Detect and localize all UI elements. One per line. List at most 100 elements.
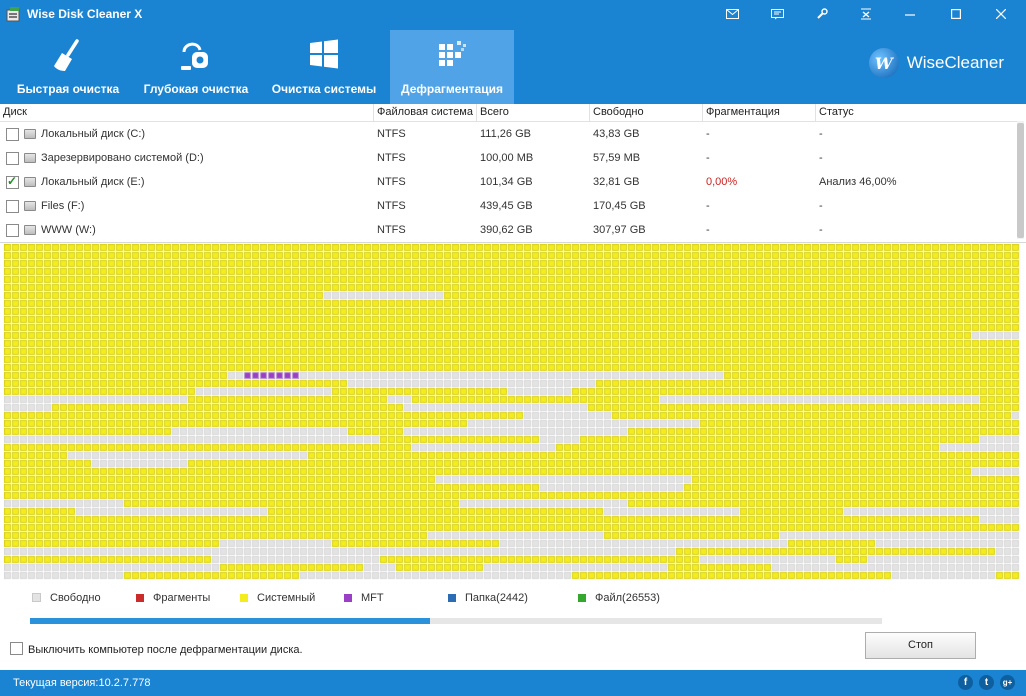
minimize-icon[interactable] [899, 4, 921, 24]
disk-checkbox[interactable] [6, 200, 19, 213]
disk-status: - [819, 224, 823, 236]
disk-name: Локальный диск (C:) [41, 128, 146, 140]
skin-icon[interactable] [855, 4, 877, 24]
mail-icon[interactable] [721, 4, 743, 24]
google-plus-icon[interactable]: g+ [1000, 675, 1015, 690]
vacuum-icon [181, 42, 208, 70]
disk-checkbox[interactable] [6, 152, 19, 165]
disk-fs: NTFS [377, 176, 406, 188]
disk-frag: - [706, 152, 710, 164]
disk-fs: NTFS [377, 224, 406, 236]
disk-free: 43,83 GB [593, 128, 640, 140]
column-header-fs[interactable]: Файловая система [374, 104, 477, 121]
app-icon [6, 7, 20, 22]
stop-button[interactable]: Стоп [865, 632, 976, 659]
disk-checkbox[interactable] [6, 174, 19, 189]
disk-checkbox[interactable] [6, 128, 19, 141]
defrag-progress-bar [30, 618, 882, 624]
facebook-icon[interactable]: f [958, 675, 973, 690]
disk-fs: NTFS [377, 152, 406, 164]
disk-free: 307,97 GB [593, 224, 646, 236]
scrollbar-thumb[interactable] [1017, 123, 1024, 238]
disk-total: 439,45 GB [480, 200, 533, 212]
disk-total: 111,26 GB [480, 128, 531, 140]
legend-label: Свободно [50, 592, 101, 604]
shutdown-option[interactable]: Выключить компьютер после дефрагментации… [10, 642, 303, 656]
disk-status: - [819, 128, 823, 140]
settings-icon[interactable] [811, 4, 833, 24]
tab-label: Очистка системы [271, 82, 377, 96]
legend-swatch [344, 594, 352, 602]
version-text: Текущая версия:10.2.7.778 [13, 677, 151, 689]
legend-item-mft: MFT [344, 590, 384, 606]
tab-defrag[interactable]: Дефрагментация [390, 30, 514, 104]
tab-label: Быстрая очистка [16, 82, 120, 96]
drive-icon [24, 201, 36, 211]
table-row[interactable]: Files (F:) NTFS 439,45 GB 170,45 GB - - [0, 194, 1017, 218]
defrag-icon [439, 41, 466, 66]
legend-swatch [32, 593, 41, 602]
close-icon[interactable] [990, 4, 1012, 24]
legend-swatch [448, 594, 456, 602]
table-header: Диск Файловая система Всего Свободно Фра… [0, 104, 1017, 122]
maximize-icon[interactable] [945, 4, 967, 24]
disk-free: 57,59 MB [593, 152, 641, 164]
disk-total: 390,62 GB [480, 224, 533, 236]
status-bar: Текущая версия:10.2.7.778 f t g+ [0, 670, 1026, 696]
column-header-total[interactable]: Всего [477, 104, 590, 121]
disk-status: - [819, 200, 823, 212]
disk-fs: NTFS [377, 200, 406, 212]
cluster-map [4, 244, 1024, 584]
disk-name: Локальный диск (E:) [41, 176, 145, 188]
feedback-icon[interactable] [766, 4, 788, 24]
legend-label: Файл(26553) [595, 592, 660, 604]
legend-label: Фрагменты [153, 592, 211, 604]
disk-frag: - [706, 200, 710, 212]
tab-label: Дефрагментация [401, 82, 503, 96]
table-scrollbar[interactable] [1017, 121, 1024, 239]
table-row[interactable]: Локальный диск (C:) NTFS 111,26 GB 43,83… [0, 122, 1017, 146]
disk-frag: 0,00% [706, 176, 738, 188]
disk-frag: - [706, 128, 710, 140]
legend-label: Папка(2442) [465, 592, 528, 604]
legend-swatch [136, 594, 144, 602]
tab-label: Глубокая очистка [143, 82, 249, 96]
tab-quick-clean[interactable]: Быстрая очистка [8, 30, 128, 104]
disk-name: Files (F:) [41, 200, 85, 212]
legend-item-free: Свободно [32, 590, 101, 606]
column-header-disk[interactable]: Диск [0, 104, 374, 121]
legend-item-fragments: Фрагменты [136, 590, 210, 606]
disk-fs: NTFS [377, 128, 406, 140]
disk-total: 101,34 GB [480, 176, 533, 188]
table-row[interactable]: Локальный диск (E:) NTFS 101,34 GB 32,81… [0, 170, 1017, 194]
windows-icon [310, 39, 338, 69]
legend-item-folder: Папка(2442) [448, 590, 528, 606]
progress-fill [30, 618, 431, 624]
legend-item-file: Файл(26553) [578, 590, 660, 606]
drive-icon [24, 177, 36, 187]
disk-status: - [819, 152, 823, 164]
disk-frag: - [706, 224, 710, 236]
title-bar: Wise Disk Cleaner X [0, 0, 1026, 28]
twitter-icon[interactable]: t [979, 675, 994, 690]
shutdown-label: Выключить компьютер после дефрагментации… [28, 644, 303, 656]
table-row[interactable]: Зарезервировано системой (D:) NTFS 100,0… [0, 146, 1017, 170]
disk-table: Диск Файловая система Всего Свободно Фра… [0, 104, 1026, 243]
column-header-frag[interactable]: Фрагментация [703, 104, 816, 121]
column-header-status[interactable]: Статус [816, 104, 1017, 121]
disk-checkbox[interactable] [6, 224, 19, 237]
table-row[interactable]: WWW (W:) NTFS 390,62 GB 307,97 GB - - [0, 218, 1017, 242]
drive-icon [24, 129, 36, 139]
main-nav: Быстрая очистка Глубокая очистка Очистка… [0, 28, 1026, 104]
tab-system-clean[interactable]: Очистка системы [264, 30, 384, 104]
drive-icon [24, 225, 36, 235]
shutdown-checkbox[interactable] [10, 642, 23, 655]
tab-deep-clean[interactable]: Глубокая очистка [134, 30, 258, 104]
disk-free: 32,81 GB [593, 176, 640, 188]
wisecleaner-logo-icon: W [868, 48, 899, 78]
disk-name: WWW (W:) [41, 224, 96, 236]
brand-logo[interactable]: W WiseCleaner [868, 48, 1004, 78]
column-header-free[interactable]: Свободно [590, 104, 703, 121]
legend-swatch [240, 594, 248, 602]
drive-icon [24, 153, 36, 163]
